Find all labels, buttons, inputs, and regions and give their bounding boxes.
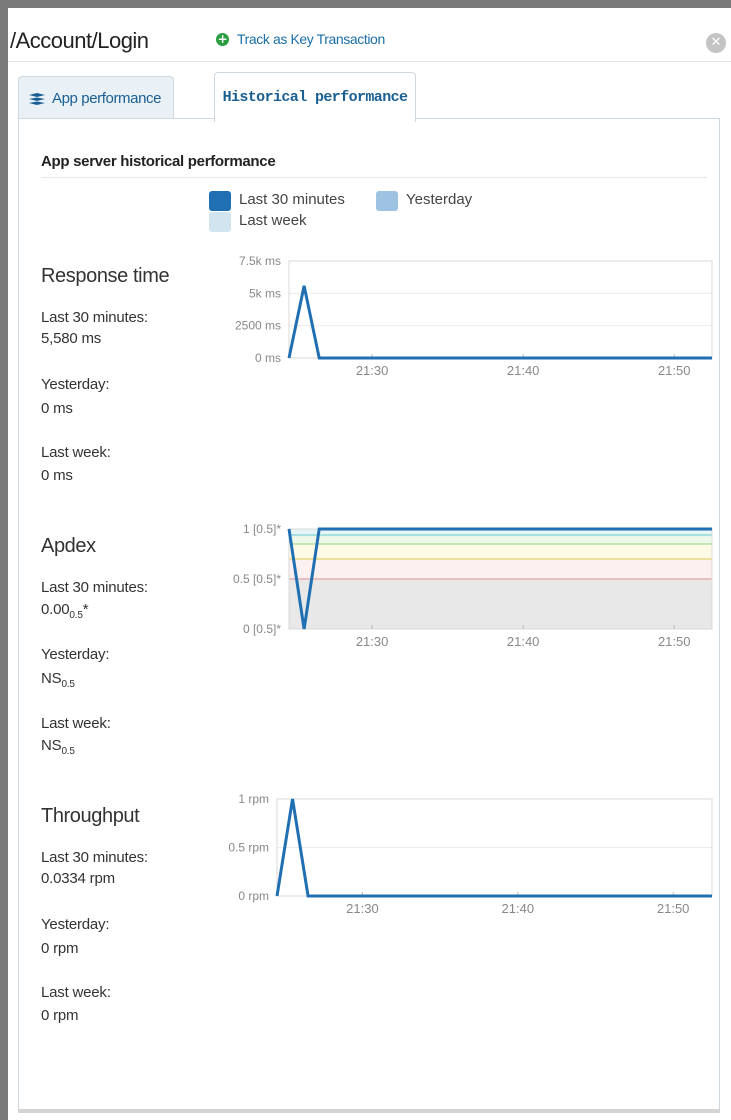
- stat-label: Last week:: [41, 715, 111, 732]
- stat-label: Last 30 minutes:: [41, 849, 148, 866]
- stat-label: Last 30 minutes:: [41, 579, 148, 596]
- apdex-chart: 0 [0.5]* 0.5 [0.5]* 1 [0.5]* 21:30 21:40 21:5…: [233, 523, 713, 649]
- response-time-title: Response time: [41, 265, 170, 287]
- x-tick-label: 21:50: [658, 363, 691, 378]
- tab-historical-performance[interactable]: Historical performance: [214, 72, 416, 122]
- legend-label: Yesterday: [406, 191, 473, 208]
- stat-label: Last week:: [41, 984, 111, 1001]
- track-key-transaction-link[interactable]: + Track as Key Transaction: [216, 31, 385, 47]
- stat-value: 0 rpm: [41, 940, 79, 957]
- y-tick-label: 7.5k ms: [239, 255, 281, 268]
- stat-value-threshold: 0.5: [61, 746, 75, 757]
- plus-circle-icon: +: [216, 31, 229, 46]
- apdex-band: [289, 535, 712, 544]
- x-tick-label: 21:30: [356, 634, 389, 649]
- plot-frame: [288, 260, 713, 359]
- tab-app-performance[interactable]: App performance: [18, 76, 174, 120]
- stat-value: NS0.5: [41, 737, 75, 757]
- stat-value: 0.000.5*: [41, 601, 89, 621]
- panel-header: /Account/Login + Track as Key Transactio…: [8, 8, 731, 62]
- y-tick-label: 2500 ms: [235, 319, 281, 333]
- x-tick-label: 21:40: [502, 901, 535, 916]
- y-tick-label: 0 ms: [255, 351, 281, 365]
- x-tick-label: 21:50: [657, 901, 690, 916]
- stat-value: 0 ms: [41, 467, 73, 484]
- layers-icon: [29, 92, 45, 105]
- section-title: App server historical performance: [41, 153, 276, 170]
- stat-label: Yesterday:: [41, 646, 110, 663]
- close-icon[interactable]: ✕: [706, 33, 726, 53]
- apdex-title: Apdex: [41, 535, 96, 557]
- apdex-band: [289, 544, 712, 559]
- y-tick-label: 1 rpm: [238, 793, 269, 806]
- x-tick-label: 21:30: [346, 901, 379, 916]
- y-tick-label: 0 rpm: [238, 889, 269, 903]
- y-tick-label: 0.5 [0.5]*: [233, 572, 281, 586]
- legend-item-last-week: Last week: [209, 212, 307, 232]
- x-tick-label: 21:40: [507, 634, 540, 649]
- y-tick-label: 1 [0.5]*: [243, 523, 281, 536]
- stat-value: NS0.5: [41, 670, 75, 690]
- legend-swatch: [209, 212, 231, 232]
- stat-value: 0.0334 rpm: [41, 870, 115, 887]
- transaction-title: /Account/Login: [10, 28, 149, 53]
- stat-value: 0 ms: [41, 400, 73, 417]
- y-tick-label: 5k ms: [249, 286, 281, 300]
- stat-value-threshold: 0.5: [61, 679, 75, 690]
- stat-label: Last 30 minutes:: [41, 309, 148, 326]
- stat-label: Yesterday:: [41, 916, 110, 933]
- throughput-chart: 0 rpm 0.5 rpm 1 rpm 21:30 21:40 21:50: [228, 793, 713, 916]
- stat-value: 5,580 ms: [41, 330, 102, 347]
- throughput-title: Throughput: [41, 805, 140, 827]
- apdex-band: [289, 559, 712, 579]
- response-time-chart: 0 ms 2500 ms 5k ms 7.5k ms 21:30 21:40 21:50: [235, 255, 713, 378]
- y-tick-label: 0.5 rpm: [228, 841, 269, 855]
- stat-value-main: 0.00: [41, 601, 70, 618]
- track-key-transaction-label: Track as Key Transaction: [237, 31, 385, 47]
- x-tick-label: 21:40: [507, 363, 540, 378]
- tab-historical-performance-label: Historical performance: [222, 89, 408, 106]
- apdex-band: [289, 579, 712, 629]
- stat-label: Last week:: [41, 444, 111, 461]
- legend-label: Last week: [239, 212, 307, 229]
- legend-item-last-30-minutes: Last 30 minutes: [209, 191, 345, 211]
- stat-label: Yesterday:: [41, 376, 110, 393]
- x-tick-label: 21:30: [356, 363, 389, 378]
- stat-value-suffix: *: [82, 601, 89, 618]
- y-tick-label: 0 [0.5]*: [243, 622, 281, 636]
- stat-value-main: NS: [41, 670, 62, 687]
- series-line: [287, 285, 712, 360]
- legend-label: Last 30 minutes: [239, 191, 345, 208]
- section-divider: [41, 177, 707, 178]
- stat-value: 0 rpm: [41, 1007, 79, 1024]
- legend-item-yesterday: Yesterday: [376, 191, 472, 211]
- stat-value-main: NS: [41, 737, 62, 754]
- legend-swatch: [209, 191, 231, 211]
- tab-app-performance-label: App performance: [52, 90, 162, 107]
- legend-swatch: [376, 191, 398, 211]
- stat-value-threshold: 0.5: [69, 610, 83, 621]
- transaction-panel: /Account/Login + Track as Key Transactio…: [8, 8, 731, 1120]
- x-tick-label: 21:50: [658, 634, 691, 649]
- historical-performance-content: App server historical performance Last 3…: [18, 118, 720, 1113]
